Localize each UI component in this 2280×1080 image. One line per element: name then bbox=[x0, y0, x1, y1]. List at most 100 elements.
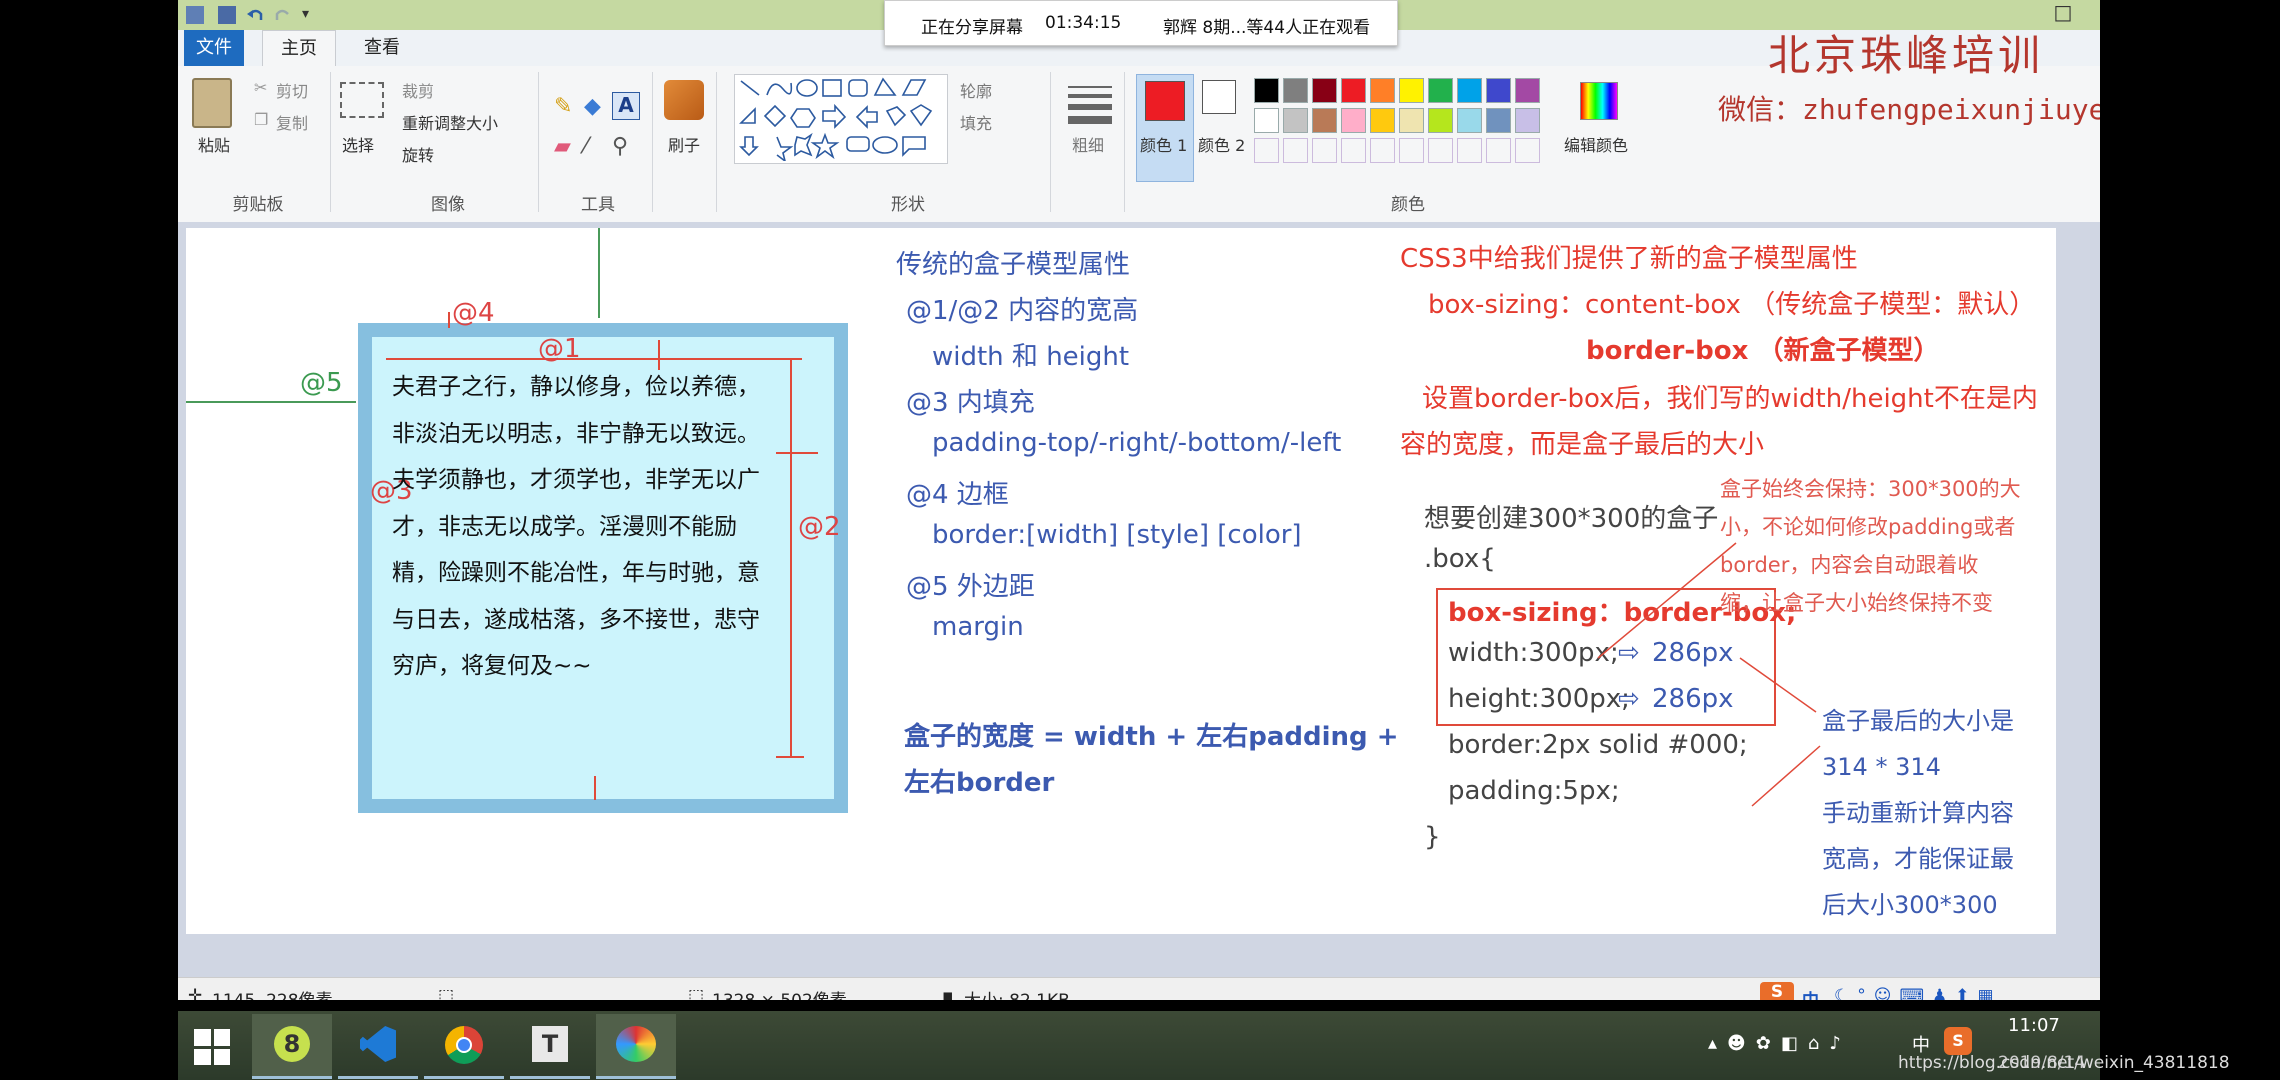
palette-swatch[interactable] bbox=[1341, 78, 1366, 103]
palette-swatch[interactable] bbox=[1312, 78, 1337, 103]
palette-empty-swatch[interactable] bbox=[1341, 138, 1366, 163]
palette-swatch[interactable] bbox=[1254, 78, 1279, 103]
color2-label[interactable]: 颜色 2 bbox=[1198, 132, 1245, 156]
select-icon[interactable] bbox=[340, 82, 384, 118]
taskbar-typora[interactable]: T bbox=[510, 1014, 590, 1079]
annotation-lines bbox=[1597, 542, 1821, 807]
color1-selector[interactable] bbox=[1136, 74, 1194, 182]
text-tool-icon[interactable]: A bbox=[612, 92, 640, 120]
taskbar-app-8[interactable]: 8 bbox=[252, 1014, 332, 1079]
palette-swatch[interactable] bbox=[1341, 108, 1366, 133]
sogou-tray-icon[interactable]: S bbox=[1944, 1027, 1972, 1055]
tab-home[interactable]: 主页 bbox=[262, 30, 336, 67]
image-group-label: 图像 bbox=[431, 195, 465, 215]
palette-swatch[interactable] bbox=[1486, 108, 1511, 133]
shapes-gallery[interactable] bbox=[734, 74, 948, 164]
selection-icon: ⬚ bbox=[438, 986, 455, 1000]
ribbon: 粘贴 ✂ 剪切 ❐ 复制 剪贴板 选择 裁剪 重新调整大小 旋转 图像 ✎ ◆ … bbox=[178, 31, 2100, 223]
paint-icon bbox=[616, 1026, 656, 1062]
brushes-button[interactable]: 刷子 bbox=[668, 132, 700, 156]
palette-swatch[interactable] bbox=[1515, 108, 1540, 133]
ime-mode[interactable]: 中 bbox=[1802, 986, 1819, 1000]
customize-dropdown-icon[interactable]: ▾ bbox=[302, 6, 320, 24]
maximize-icon[interactable]: □ bbox=[2048, 0, 2078, 30]
palette-swatch[interactable] bbox=[1457, 108, 1482, 133]
edit-colors-button[interactable]: 编辑颜色 bbox=[1564, 132, 1628, 156]
palette-empty-swatch[interactable] bbox=[1515, 138, 1540, 163]
fill-icon[interactable]: ◆ bbox=[584, 94, 601, 119]
sogou-ime-icon[interactable]: S bbox=[1760, 982, 1794, 1000]
pencil-icon[interactable]: ✎ bbox=[554, 94, 572, 119]
typora-icon: T bbox=[532, 1026, 568, 1062]
palette-empty-swatch[interactable] bbox=[1312, 138, 1337, 163]
paste-button[interactable]: 粘贴 bbox=[198, 132, 230, 156]
color-picker-icon[interactable]: ⁄ bbox=[584, 134, 588, 159]
fill-button[interactable]: 填充 bbox=[960, 110, 992, 134]
paste-icon[interactable] bbox=[192, 78, 232, 128]
palette-empty-swatch[interactable] bbox=[1399, 138, 1424, 163]
status-bar: ✛ 1145, 228像素 ⬚ ⬚ 1328 × 502像素 ▪ 大小: 82.… bbox=[178, 977, 2100, 1000]
taskbar: 8 T ▴☻✿◧⌂♪ 中 S 11:07 2019/8/14 https://b… bbox=[178, 1011, 2230, 1080]
undo-icon[interactable] bbox=[246, 6, 264, 24]
taskbar-vscode[interactable] bbox=[338, 1014, 418, 1079]
palette-swatch[interactable] bbox=[1486, 78, 1511, 103]
cut-button[interactable]: 剪切 bbox=[276, 78, 308, 102]
palette-swatch[interactable] bbox=[1428, 78, 1453, 103]
palette-empty-swatch[interactable] bbox=[1283, 138, 1308, 163]
vscode-icon bbox=[360, 1026, 396, 1062]
palette-swatch[interactable] bbox=[1283, 78, 1308, 103]
paint-window: ▾ □ 文件 主页 查看 粘贴 ✂ 剪切 ❐ 复制 剪贴板 选择 裁剪 重新调整… bbox=[178, 0, 2100, 1000]
palette-swatch[interactable] bbox=[1254, 108, 1279, 133]
clipboard-group-label: 剪贴板 bbox=[232, 195, 284, 215]
crop-button[interactable]: 裁剪 bbox=[402, 78, 434, 102]
wechat-watermark: 微信：zhufengpeixunjiuye bbox=[1718, 93, 2100, 126]
palette-swatch[interactable] bbox=[1399, 78, 1424, 103]
save-icon[interactable] bbox=[218, 6, 236, 24]
tab-view[interactable]: 查看 bbox=[342, 30, 422, 66]
palette-empty-swatch[interactable] bbox=[1254, 138, 1279, 163]
ime-toolbar-icons[interactable]: ☾°☺⌨♟⬆▦ bbox=[1834, 986, 2002, 1000]
palette-swatch[interactable] bbox=[1399, 108, 1424, 133]
start-icon[interactable] bbox=[194, 1029, 230, 1065]
paint-app-icon[interactable] bbox=[186, 6, 204, 24]
tools-group-label: 工具 bbox=[581, 195, 615, 215]
palette-empty-swatch[interactable] bbox=[1428, 138, 1453, 163]
palette-swatch[interactable] bbox=[1515, 78, 1540, 103]
palette-swatch[interactable] bbox=[1370, 108, 1395, 133]
edit-colors-icon[interactable] bbox=[1580, 82, 1618, 120]
palette-empty-swatch[interactable] bbox=[1370, 138, 1395, 163]
palette-swatch[interactable] bbox=[1428, 108, 1453, 133]
copy-icon: ❐ bbox=[254, 110, 269, 129]
palette-empty-swatch[interactable] bbox=[1486, 138, 1511, 163]
palette-swatch[interactable] bbox=[1457, 78, 1482, 103]
canvas-area: @5 @4 @1 @2 @3 夫君子之行，静以修身，俭以养德， 非淡泊无以明志，非… bbox=[178, 222, 2100, 977]
image-size-icon: ⬚ bbox=[688, 986, 705, 1000]
redo-icon[interactable] bbox=[274, 6, 292, 24]
tray-icons[interactable]: ▴☻✿◧⌂♪ bbox=[1708, 1033, 1851, 1054]
clock-time[interactable]: 11:07 bbox=[2008, 1015, 2060, 1036]
palette-swatch[interactable] bbox=[1283, 108, 1308, 133]
divider bbox=[330, 72, 331, 212]
drawing-canvas[interactable]: @5 @4 @1 @2 @3 夫君子之行，静以修身，俭以养德， 非淡泊无以明志，非… bbox=[186, 228, 2056, 934]
taskbar-chrome[interactable] bbox=[424, 1014, 504, 1079]
image-dimensions: 1328 × 502像素 bbox=[712, 986, 847, 1000]
size-button[interactable]: 粗细 bbox=[1072, 132, 1104, 156]
palette-swatch[interactable] bbox=[1312, 108, 1337, 133]
rotate-button[interactable]: 旋转 bbox=[402, 142, 434, 166]
select-button[interactable]: 选择 bbox=[342, 132, 374, 156]
line-width-icon[interactable] bbox=[1068, 84, 1112, 124]
divider bbox=[1050, 72, 1051, 212]
eraser-icon[interactable]: ▰ bbox=[554, 134, 571, 159]
resize-button[interactable]: 重新调整大小 bbox=[402, 110, 498, 134]
taskbar-paint[interactable] bbox=[596, 1014, 676, 1079]
divider bbox=[1124, 72, 1125, 212]
palette-swatch[interactable] bbox=[1370, 78, 1395, 103]
outline-button[interactable]: 轮廓 bbox=[960, 78, 992, 102]
tab-file[interactable]: 文件 bbox=[184, 30, 244, 66]
color2-swatch[interactable] bbox=[1202, 80, 1236, 114]
brush-icon[interactable] bbox=[664, 80, 704, 120]
copy-button[interactable]: 复制 bbox=[276, 110, 308, 134]
file-size: 大小: 82.1KB bbox=[964, 986, 1070, 1000]
palette-empty-swatch[interactable] bbox=[1457, 138, 1482, 163]
magnifier-icon[interactable]: ⚲ bbox=[612, 134, 628, 159]
